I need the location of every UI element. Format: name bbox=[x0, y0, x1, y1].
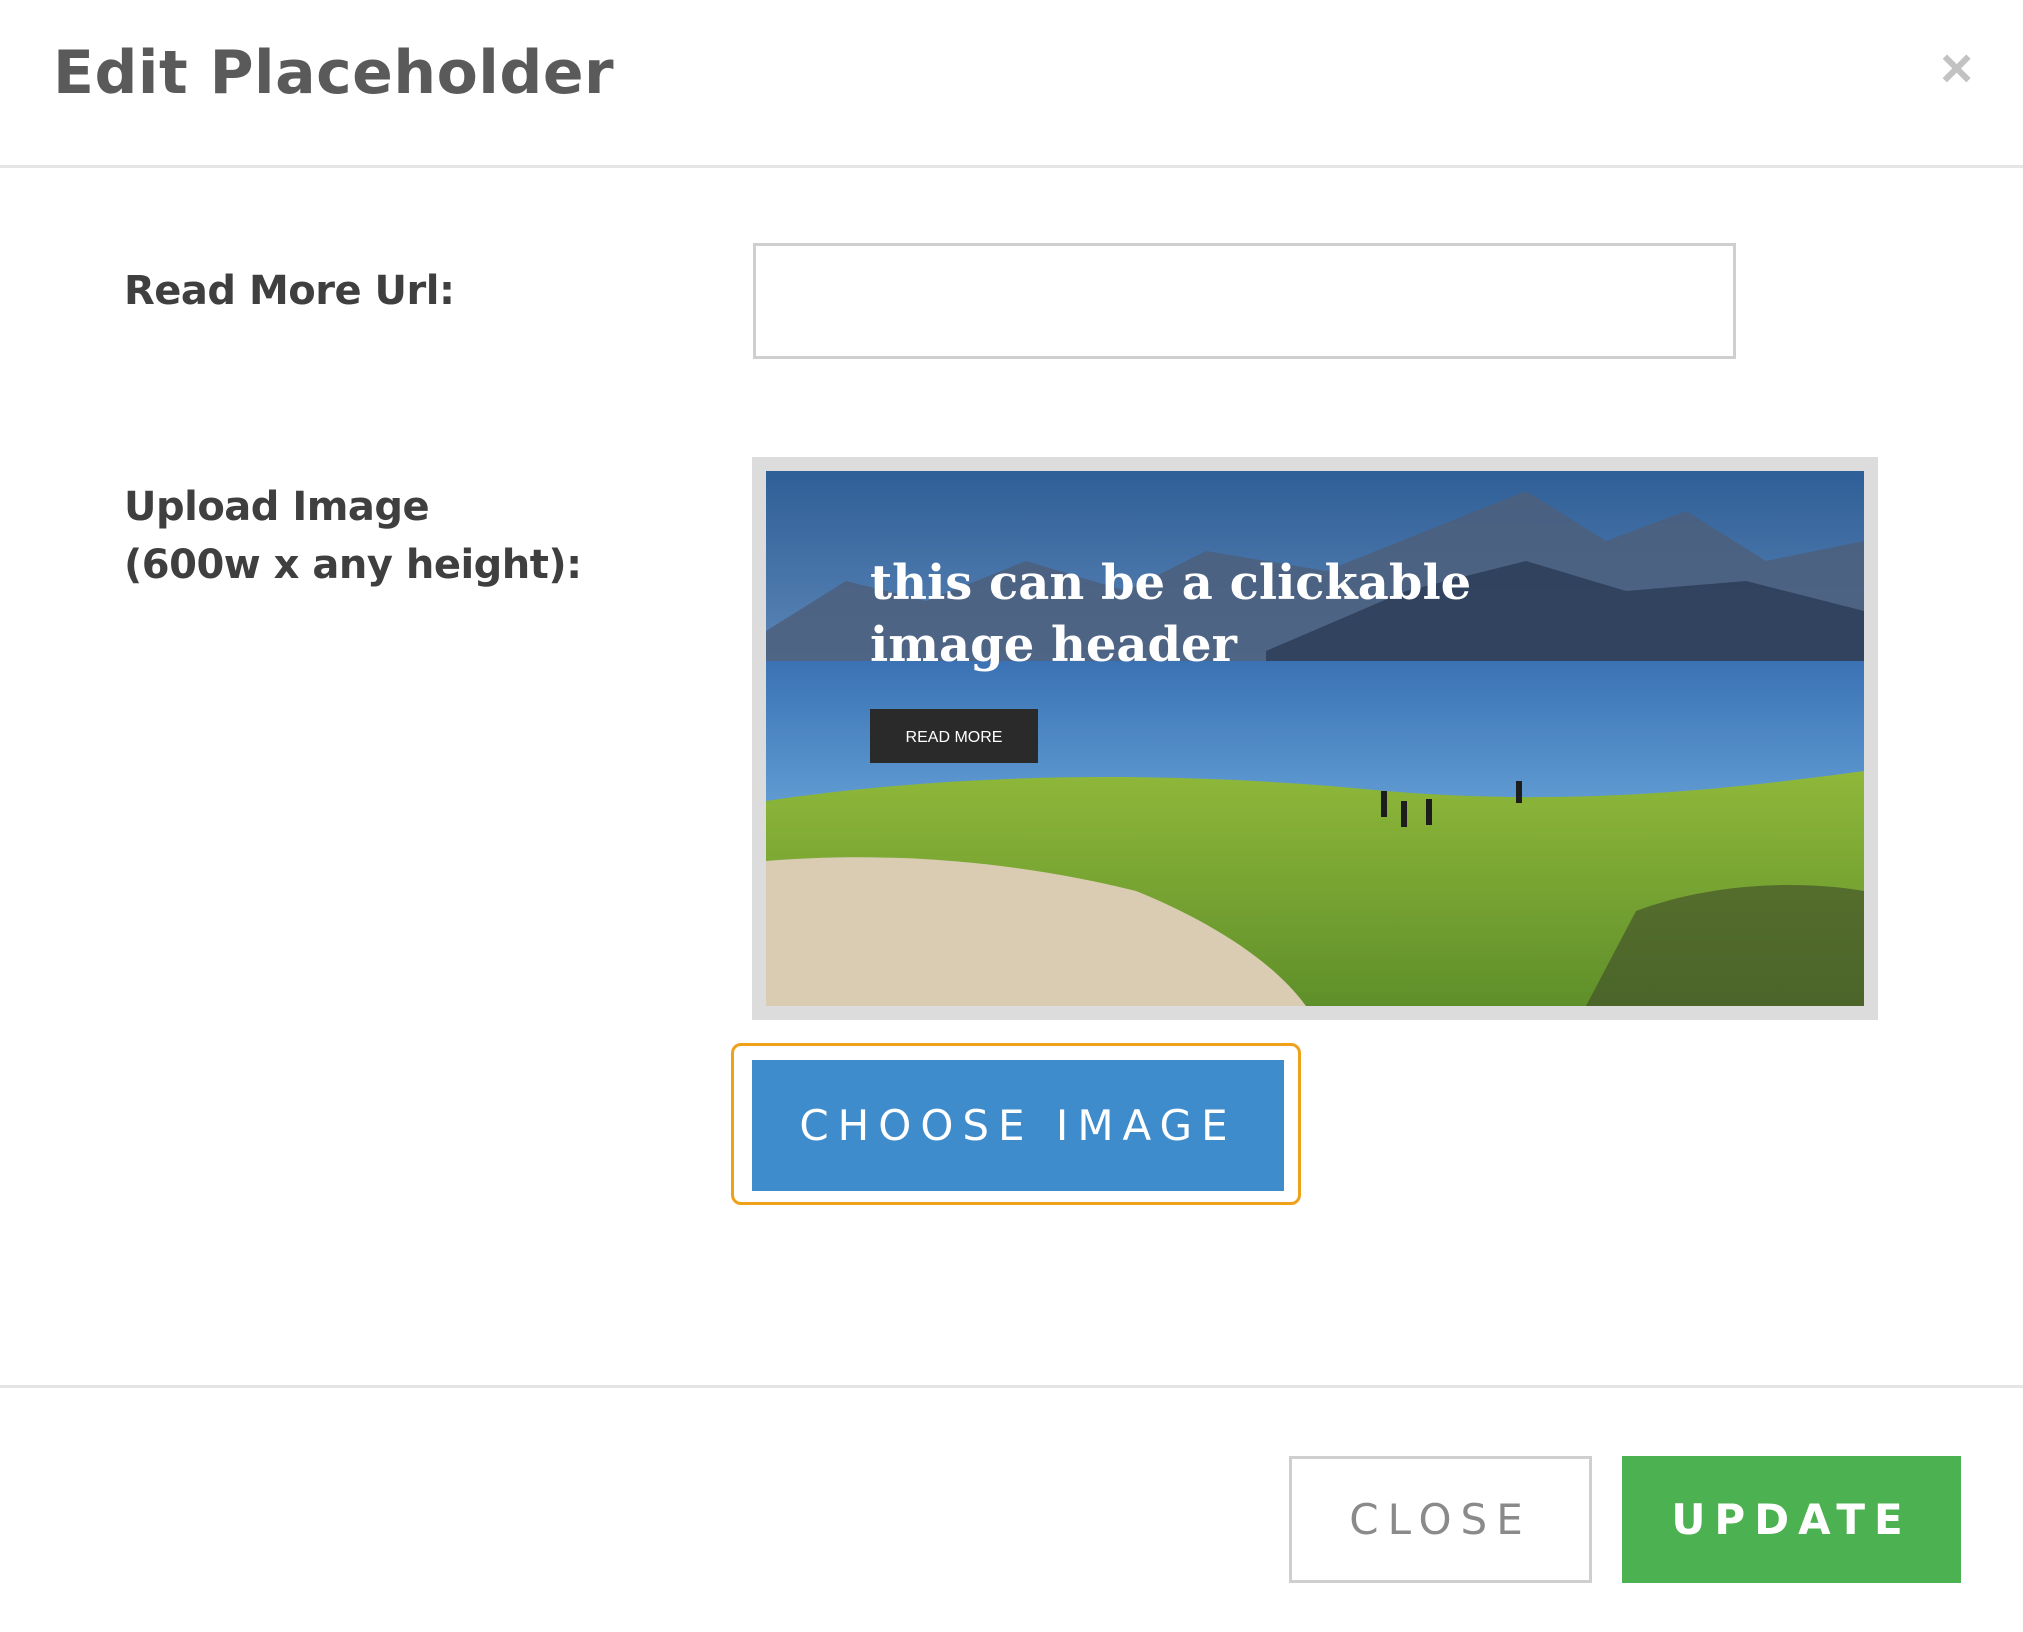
close-button[interactable]: CLOSE bbox=[1289, 1456, 1592, 1583]
edit-placeholder-dialog: Edit Placeholder × Read More Url: Upload… bbox=[0, 0, 2023, 1632]
choose-image-button[interactable]: CHOOSE IMAGE bbox=[752, 1060, 1284, 1191]
upload-image-label-line1: Upload Image bbox=[124, 484, 430, 530]
preview-heading-line2: image header bbox=[870, 617, 1238, 673]
upload-image-label: Upload Image (600w x any height): bbox=[124, 478, 582, 594]
close-icon[interactable]: × bbox=[1930, 30, 1983, 106]
dialog-title: Edit Placeholder bbox=[53, 38, 615, 108]
dialog-header: Edit Placeholder × bbox=[0, 0, 2023, 168]
preview-read-more-label: READ MORE bbox=[906, 729, 1003, 746]
read-more-url-label: Read More Url: bbox=[124, 268, 455, 314]
read-more-url-input[interactable] bbox=[753, 243, 1736, 359]
image-preview: this can be a clickable image header REA… bbox=[766, 471, 1864, 1006]
preview-heading-line1: this can be a clickable bbox=[870, 555, 1471, 611]
image-preview-frame: this can be a clickable image header REA… bbox=[752, 457, 1878, 1020]
upload-image-label-line2: (600w x any height): bbox=[124, 542, 582, 588]
update-button[interactable]: UPDATE bbox=[1622, 1456, 1961, 1583]
